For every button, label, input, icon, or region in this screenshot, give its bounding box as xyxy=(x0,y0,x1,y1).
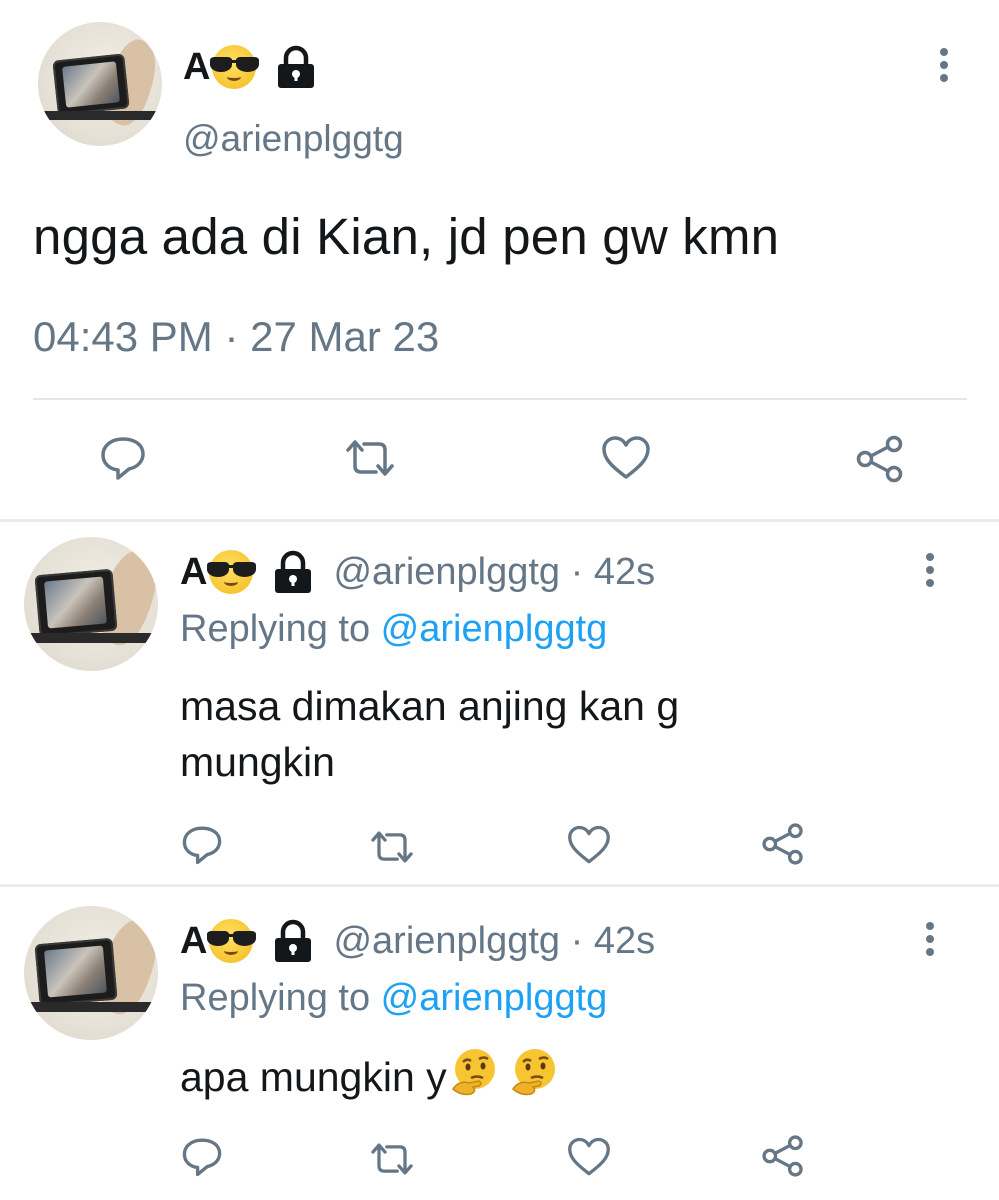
reply-icon[interactable] xyxy=(98,432,148,482)
tweet-text: ngga ada di Kian, jd pen gw kmn xyxy=(33,208,780,265)
reply-icon[interactable] xyxy=(180,1134,224,1178)
share-icon[interactable] xyxy=(854,434,906,484)
retweet-icon[interactable] xyxy=(366,826,418,868)
replying-to-label: Replying to xyxy=(180,977,381,1019)
thinking-face-emoji-icon xyxy=(511,1049,555,1096)
lock-icon xyxy=(275,919,312,962)
sunglasses-face-emoji-icon xyxy=(209,45,260,89)
avatar[interactable] xyxy=(24,906,158,1040)
sunglasses-face-emoji-icon xyxy=(206,550,257,594)
author-handle[interactable]: @arienplggtg · 42s xyxy=(333,551,655,594)
author-handle[interactable]: @arienplggtg · 42s xyxy=(333,920,655,963)
avatar[interactable] xyxy=(38,22,162,146)
more-options-icon[interactable] xyxy=(925,553,935,587)
retweet-icon[interactable] xyxy=(366,1138,418,1180)
reply-header: A @arienplggtg · 42s xyxy=(180,549,655,595)
sunglasses-face-emoji-icon xyxy=(206,919,257,963)
share-icon[interactable] xyxy=(760,1134,806,1178)
replying-to: Replying to @arienplggtg xyxy=(180,977,607,1020)
retweet-icon[interactable] xyxy=(340,434,400,482)
avatar[interactable] xyxy=(24,537,158,671)
tweet-timestamp[interactable]: 04:43 PM · 27 Mar 23 xyxy=(33,313,439,361)
reply-icon[interactable] xyxy=(180,822,224,866)
reply-header: A @arienplggtg · 42s xyxy=(180,918,655,964)
more-options-icon[interactable] xyxy=(939,48,949,82)
author-name[interactable]: A xyxy=(183,44,322,90)
more-options-icon[interactable] xyxy=(925,922,935,956)
replying-to: Replying to @arienplggtg xyxy=(180,608,607,651)
author-name-text[interactable]: A xyxy=(180,920,207,963)
divider xyxy=(0,884,999,887)
divider xyxy=(0,519,999,522)
divider xyxy=(33,398,967,400)
author-name-text: A xyxy=(183,45,211,88)
reply-text: apa mungkin y xyxy=(180,1054,447,1100)
share-icon[interactable] xyxy=(760,822,806,866)
lock-icon xyxy=(278,45,315,88)
reply-text: masa dimakan anjing kan g mungkin xyxy=(180,683,680,785)
reply-text-container: apa mungkin y xyxy=(180,1047,880,1105)
author-name-text[interactable]: A xyxy=(180,551,207,594)
replying-to-label: Replying to xyxy=(180,608,381,650)
mention-link[interactable]: @arienplggtg xyxy=(381,608,608,650)
mention-link[interactable]: @arienplggtg xyxy=(381,977,608,1019)
thinking-face-emoji-icon xyxy=(451,1049,495,1096)
like-icon[interactable] xyxy=(600,434,652,482)
author-handle[interactable]: @arienplggtg xyxy=(183,118,404,160)
like-icon[interactable] xyxy=(566,824,612,866)
lock-icon xyxy=(275,550,312,593)
like-icon[interactable] xyxy=(566,1136,612,1178)
